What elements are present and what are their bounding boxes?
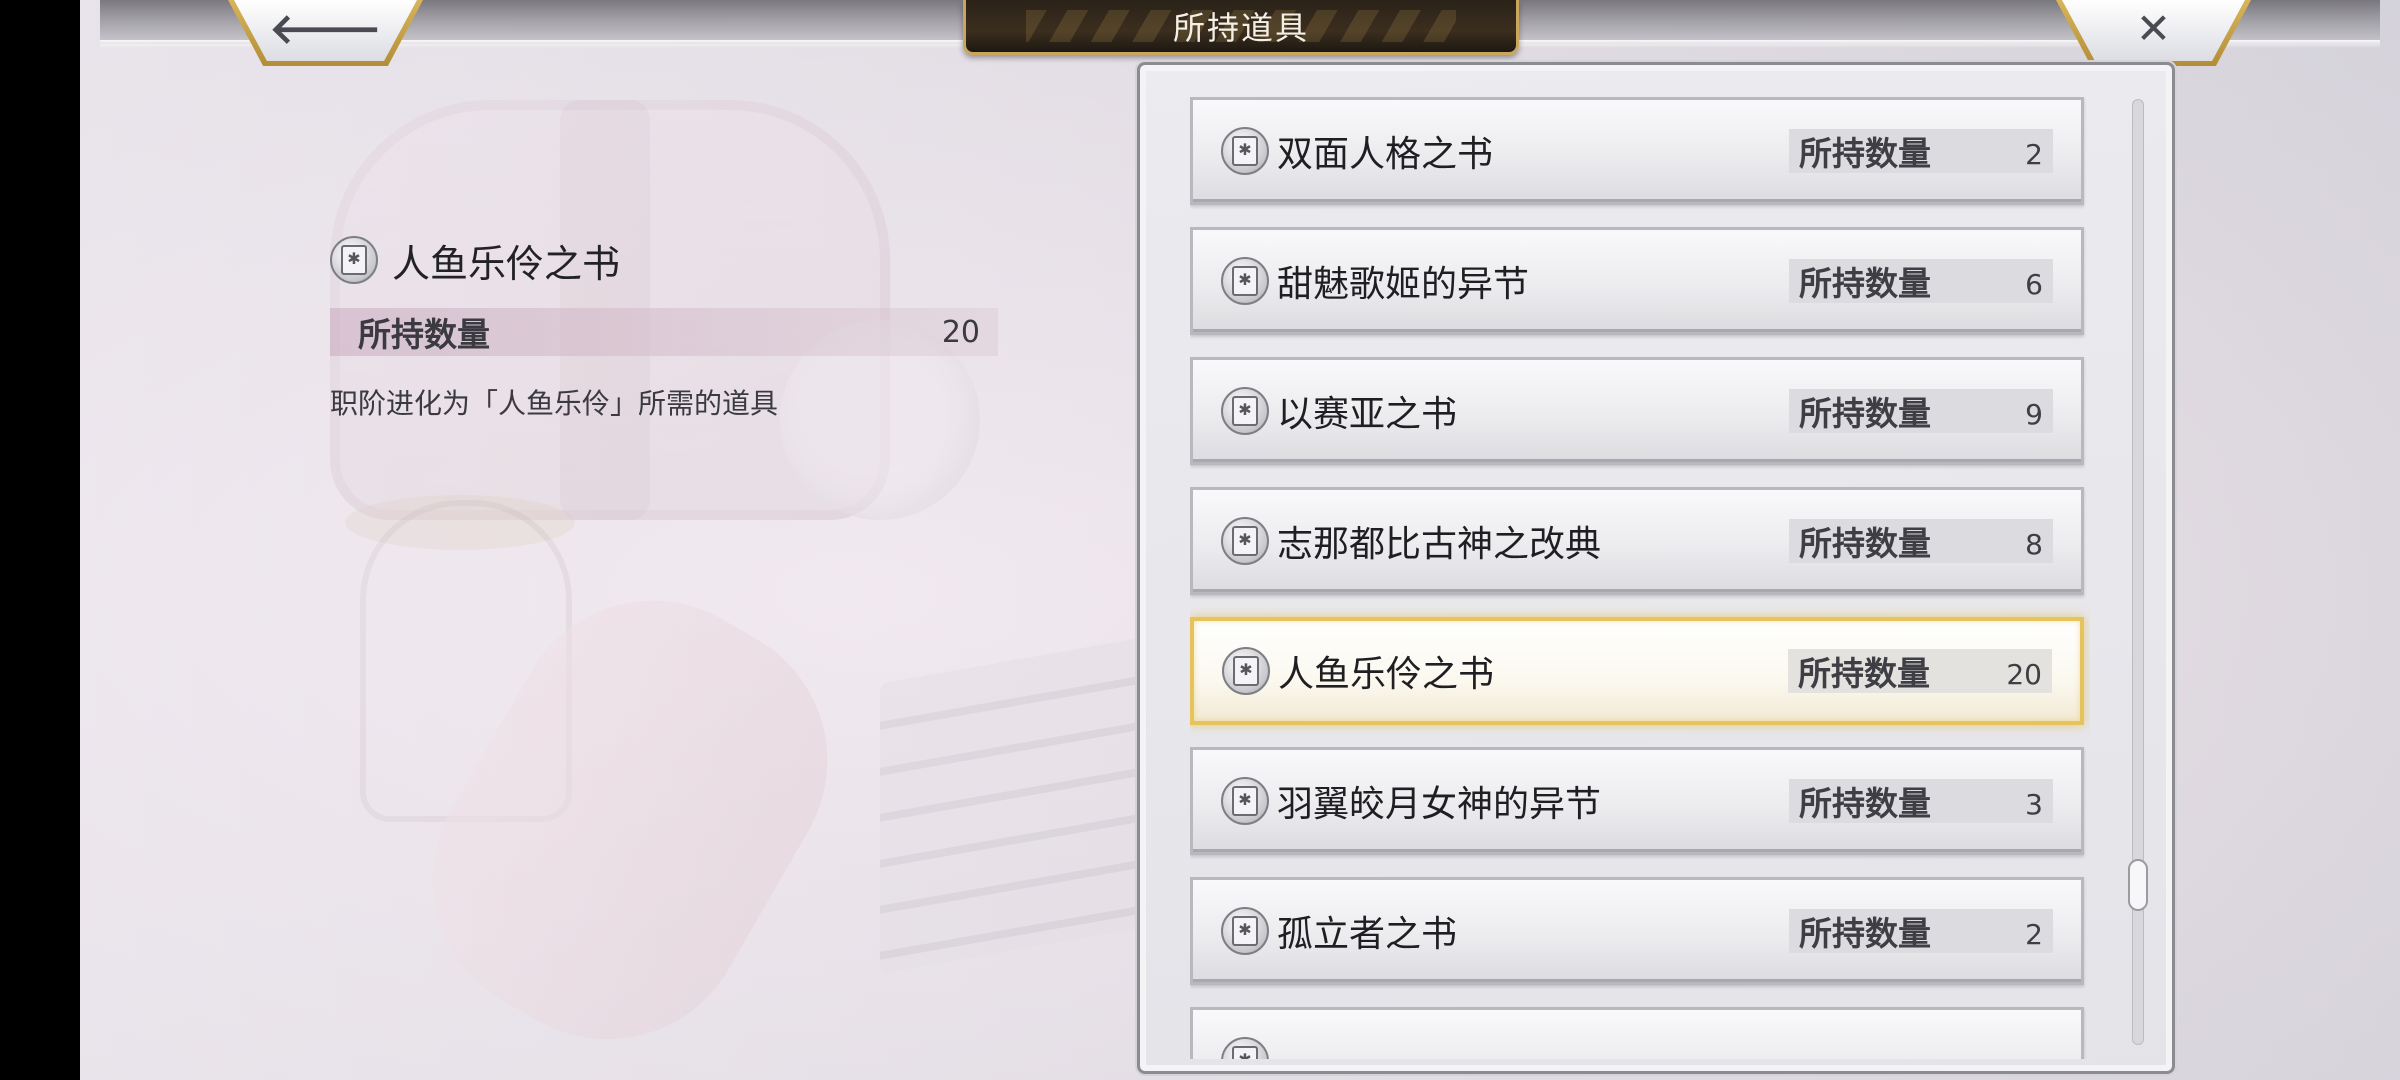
item-count-label: 所持数量 xyxy=(1799,264,1931,303)
item-count-label: 所持数量 xyxy=(1799,524,1931,563)
list-item[interactable]: ✱ 羽翼皎月女神的异节 所持数量 3 xyxy=(1190,747,2084,855)
list-item[interactable]: ✱ 孤立者之书 所持数量 2 xyxy=(1190,877,2084,985)
arrow-left-icon: 🡐 xyxy=(269,3,382,53)
item-count-value: 6 xyxy=(2025,267,2043,301)
item-name: 人鱼乐伶之书 xyxy=(1278,654,1495,695)
item-detail-count-row: 所持数量 20 xyxy=(330,308,998,356)
book-icon: ✱ xyxy=(1222,647,1270,695)
book-icon: ✱ xyxy=(1221,1037,1269,1059)
list-item[interactable]: ✱ 志那都比古神之改典 所持数量 8 xyxy=(1190,487,2084,595)
book-icon: ✱ xyxy=(1221,907,1269,955)
page-title: 所持道具 xyxy=(1172,9,1309,47)
item-count-box: 所持数量 6 xyxy=(1789,259,2053,303)
item-count-box: 所持数量 8 xyxy=(1789,519,2053,563)
item-count-box: 所持数量 20 xyxy=(1788,649,2052,693)
list-item[interactable]: ✱ 甜魅歌姬的异节 所持数量 6 xyxy=(1190,227,2084,335)
item-count-value: 3 xyxy=(2025,787,2043,821)
item-detail-count-value: 20 xyxy=(941,314,980,350)
close-icon: ✕ xyxy=(2135,3,2172,53)
book-cover-icon: ✱ xyxy=(341,245,367,275)
item-count-label: 所持数量 xyxy=(1799,394,1931,433)
item-count-label: 所持数量 xyxy=(1799,784,1931,823)
book-cover-icon: ✱ xyxy=(1232,266,1258,296)
screen-edge xyxy=(0,0,80,1080)
book-cover-icon: ✱ xyxy=(1232,136,1258,166)
book-cover-icon: ✱ xyxy=(1232,1046,1258,1059)
item-name: 孤立者之书 xyxy=(1277,914,1458,955)
item-count-value: 9 xyxy=(2025,397,2043,431)
item-detail-name: 人鱼乐伶之书 xyxy=(392,241,621,286)
book-cover-icon: ✱ xyxy=(1232,526,1258,556)
item-count-label: 所持数量 xyxy=(1798,654,1930,693)
book-icon: ✱ xyxy=(1221,517,1269,565)
scrollbar-thumb[interactable] xyxy=(2128,859,2148,911)
item-count-label: 所持数量 xyxy=(1799,914,1931,953)
book-cover-icon: ✱ xyxy=(1232,916,1258,946)
book-icon: ✱ xyxy=(1221,127,1269,175)
item-detail-description: 职阶进化为「人鱼乐伶」所需的道具 xyxy=(330,387,779,420)
book-icon: ✱ xyxy=(330,236,378,284)
list-item[interactable]: ✱ 双面人格之书 所持数量 2 xyxy=(1190,97,2084,205)
item-count-value: 2 xyxy=(2025,917,2043,951)
item-name: 甜魅歌姬的异节 xyxy=(1277,264,1530,305)
item-count-box: 所持数量 2 xyxy=(1789,909,2053,953)
list-item-selected[interactable]: ✱ 人鱼乐伶之书 所持数量 20 xyxy=(1190,617,2084,725)
item-count-value: 2 xyxy=(2025,137,2043,171)
item-list[interactable]: ✱ 双面人格之书 所持数量 2 ✱ 甜魅歌姬的异节 所持数量 6 ✱ 以赛亚之书 xyxy=(1190,97,2090,1059)
item-name: 志那都比古神之改典 xyxy=(1277,524,1602,565)
item-count-value: 8 xyxy=(2025,527,2043,561)
book-cover-icon: ✱ xyxy=(1232,396,1258,426)
book-cover-icon: ✱ xyxy=(1233,656,1259,686)
title-plate: 所持道具 xyxy=(963,0,1519,55)
item-detail-panel: ✱ 人鱼乐伶之书 所持数量 20 职阶进化为「人鱼乐伶」所需的道具 xyxy=(330,230,1030,422)
list-item-partial[interactable]: ✱ xyxy=(1190,1007,2084,1059)
item-detail-count-label: 所持数量 xyxy=(358,315,490,354)
item-count-box: 所持数量 3 xyxy=(1789,779,2053,823)
item-name: 羽翼皎月女神的异节 xyxy=(1277,784,1602,825)
book-icon: ✱ xyxy=(1221,257,1269,305)
item-count-box: 所持数量 9 xyxy=(1789,389,2053,433)
game-screen: 所持道具 🡐 ✕ ✱ 人鱼乐伶之书 所持数量 20 职阶进化为「人鱼乐伶」所需的… xyxy=(0,0,2400,1080)
book-icon: ✱ xyxy=(1221,387,1269,435)
book-icon: ✱ xyxy=(1221,777,1269,825)
book-cover-icon: ✱ xyxy=(1232,786,1258,816)
item-count-box: 所持数量 2 xyxy=(1789,129,2053,173)
item-name: 以赛亚之书 xyxy=(1277,394,1458,435)
list-item[interactable]: ✱ 以赛亚之书 所持数量 9 xyxy=(1190,357,2084,465)
item-count-value: 20 xyxy=(2006,657,2042,691)
item-count-label: 所持数量 xyxy=(1799,134,1931,173)
item-list-panel: ✱ 双面人格之书 所持数量 2 ✱ 甜魅歌姬的异节 所持数量 6 ✱ 以赛亚之书 xyxy=(1137,62,2175,1074)
item-detail-header: ✱ 人鱼乐伶之书 xyxy=(330,230,1030,290)
item-name: 双面人格之书 xyxy=(1277,134,1494,175)
